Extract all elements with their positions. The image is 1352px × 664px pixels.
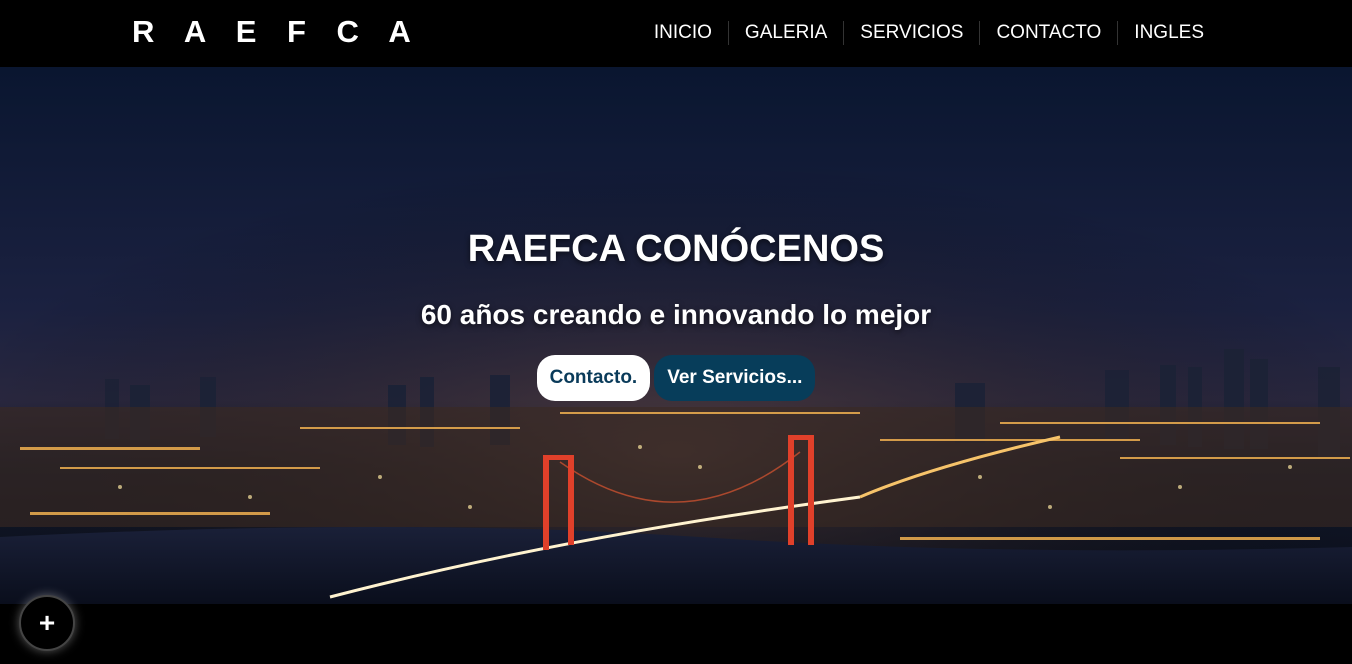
hero-section: RAEFCA CONÓCENOS 60 años creando e innov… [0, 67, 1352, 604]
contact-button[interactable]: Contacto. [536, 355, 651, 401]
hero-button-group: Contacto. Ver Servicios... [0, 355, 1352, 401]
site-logo[interactable]: R A E F C A [132, 14, 422, 50]
hero-content: RAEFCA CONÓCENOS 60 años creando e innov… [0, 67, 1352, 604]
nav-inicio[interactable]: INICIO [638, 20, 728, 46]
footer-bar [0, 604, 1352, 664]
nav-ingles[interactable]: INGLES [1118, 20, 1220, 46]
hero-subtitle: 60 años creando e innovando lo mejor [420, 299, 932, 330]
hero-title: RAEFCA CONÓCENOS [467, 228, 885, 270]
site-header: R A E F C A INICIO GALERIA SERVICIOS CON… [0, 0, 1352, 67]
plus-icon[interactable]: + [19, 595, 75, 651]
nav-galeria[interactable]: GALERIA [729, 20, 843, 46]
nav-contacto[interactable]: CONTACTO [980, 20, 1117, 46]
main-nav: INICIO GALERIA SERVICIOS CONTACTO INGLES [638, 20, 1220, 46]
view-services-button[interactable]: Ver Servicios... [654, 355, 816, 401]
nav-servicios[interactable]: SERVICIOS [844, 20, 979, 46]
